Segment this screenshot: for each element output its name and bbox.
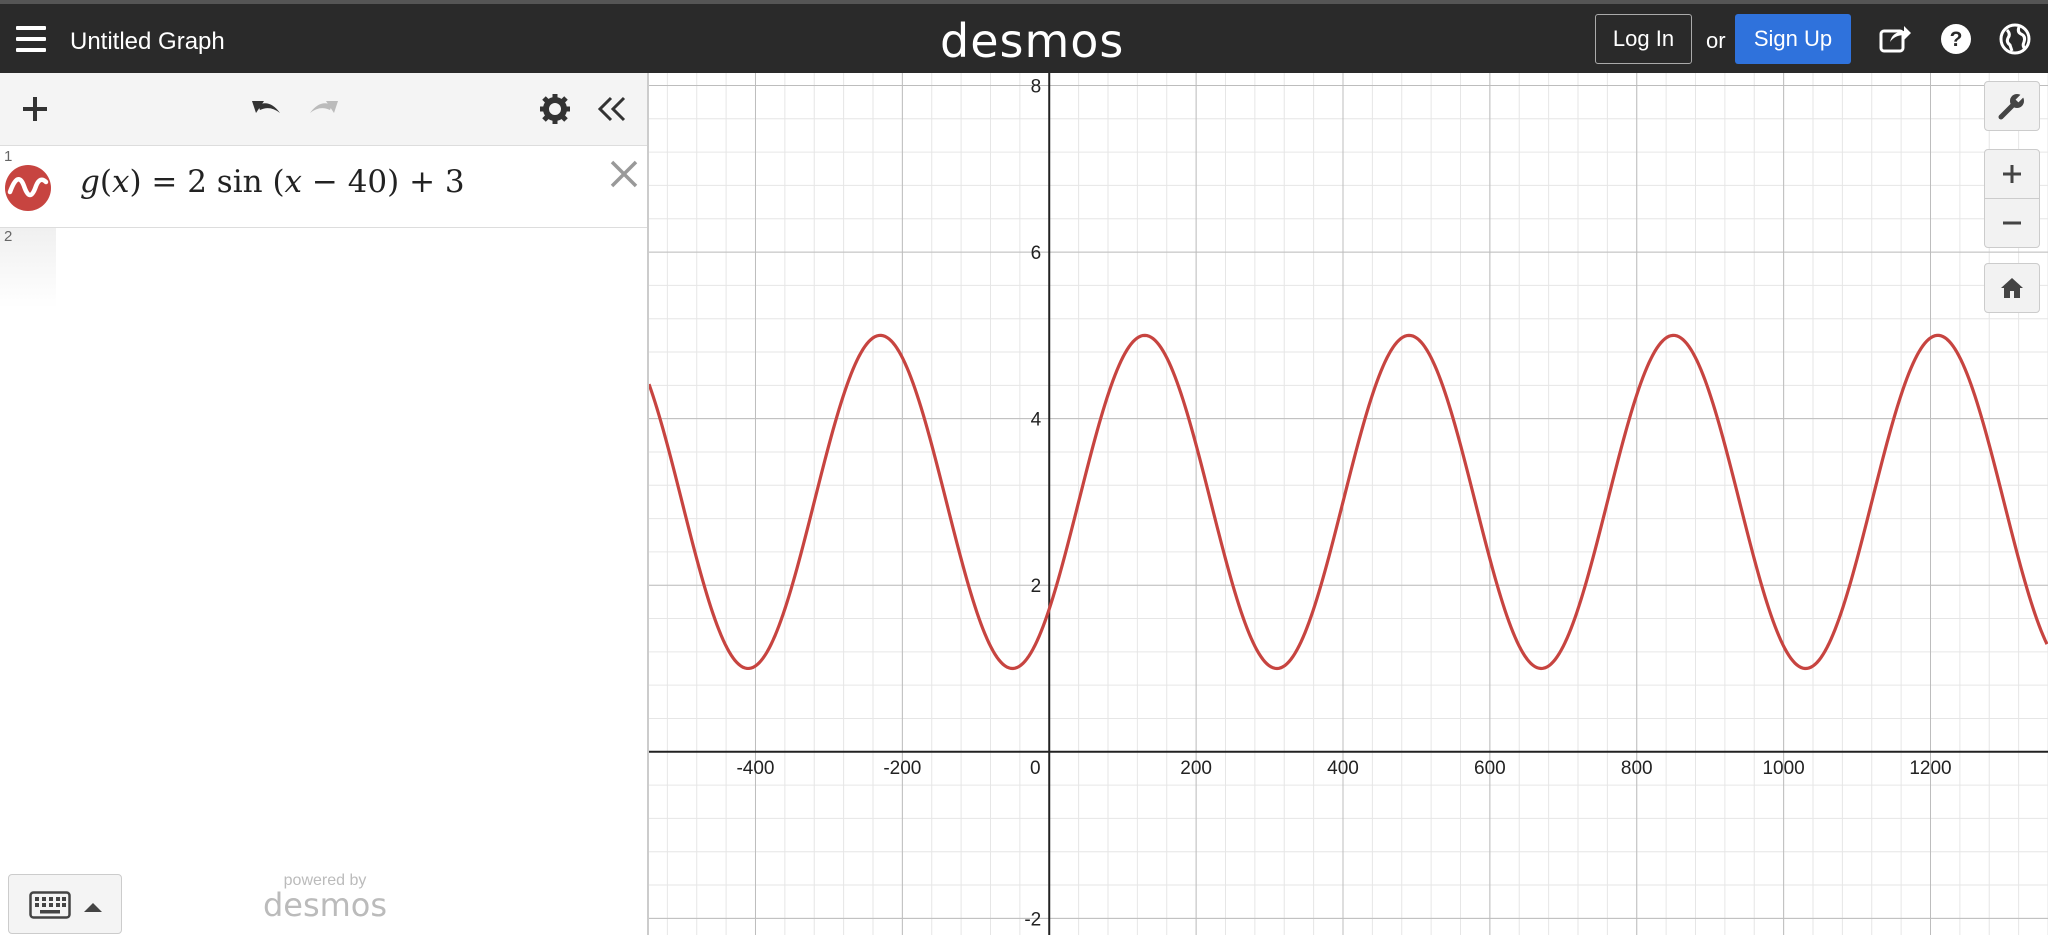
sine-wave-icon[interactable] [4,164,52,212]
x-tick-label: 400 [1327,758,1359,779]
add-icon[interactable] [17,91,53,127]
graph-canvas[interactable]: -400 -200 0 200 400 600 800 1000 1200 -2 2 4 6 8 [649,73,2048,935]
powered-by-brand: desmos [262,886,388,924]
empty-expression[interactable] [56,228,646,308]
delete-expression-icon[interactable] [606,156,642,192]
help-icon[interactable]: ? [1939,22,1973,56]
y-tick-label: 6 [1031,243,1042,264]
x-tick-label: 0 [1030,758,1041,779]
expr-part: ( [99,164,112,200]
y-tick-label: 2 [1031,576,1042,597]
expression-input[interactable]: g(x) = 2 sin (x − 40) + 3 [80,164,465,200]
expression-gutter-empty: 2 [0,228,56,308]
graph-settings-button[interactable] [1984,81,2040,131]
signup-button[interactable]: Sign Up [1735,14,1851,64]
expression-gutter: 1 [0,146,56,227]
chevron-up-icon [84,903,102,912]
home-button[interactable] [1984,263,2040,313]
y-tick-label: 4 [1031,410,1042,431]
zoom-out-button[interactable] [1984,198,2040,248]
or-text: or [1706,28,1726,53]
undo-icon[interactable] [248,91,284,127]
x-tick-label: 1200 [1909,758,1951,779]
x-tick-label: 1000 [1762,758,1804,779]
expression-toolbar [0,73,647,146]
y-tick-label: -2 [1024,909,1041,930]
expression-panel: 1 g(x) = 2 sin (x − 40) + 3 2 powered by… [0,73,649,935]
keyboard-toggle-button[interactable] [8,874,122,934]
home-icon [2001,278,2023,298]
line-number: 1 [4,148,13,165]
y-tick-label: 8 [1031,76,1042,97]
wrench-icon [1998,91,2027,120]
expr-part: x [111,164,130,200]
x-tick-label: 800 [1621,758,1653,779]
keyboard-icon [29,891,71,919]
share-icon[interactable] [1878,22,1912,56]
gear-icon[interactable] [537,91,573,127]
zoom-in-icon [2003,165,2021,183]
collapse-icon[interactable] [594,91,630,127]
redo-icon[interactable] [306,91,342,127]
top-bar: Untitled Graph desmos Log In or Sign Up … [0,0,2048,73]
login-button[interactable]: Log In [1595,14,1692,64]
menu-icon[interactable] [16,26,46,52]
graph-title[interactable]: Untitled Graph [70,28,225,56]
globe-icon[interactable] [1998,22,2032,56]
zoom-out-icon [2003,221,2021,225]
x-tick-label: -200 [883,758,921,779]
powered-by-desmos[interactable]: powered by desmos [250,872,400,924]
x-tick-label: 200 [1180,758,1212,779]
graph-paper[interactable]: -400 -200 0 200 400 600 800 1000 1200 -2 2 4 6 8 [649,73,2048,935]
line-number: 2 [4,228,13,245]
x-tick-label: -400 [736,758,774,779]
zoom-in-button[interactable] [1984,149,2040,199]
svg-text:?: ? [1950,28,1963,51]
expr-part: ) = 2 sin ( [129,164,285,200]
expr-part: g [80,164,100,200]
desmos-logo: desmos [940,14,1125,68]
expr-part: − 40) + 3 [302,164,465,200]
x-tick-label: 600 [1474,758,1506,779]
expression-item[interactable]: 1 g(x) = 2 sin (x − 40) + 3 [0,146,647,228]
expr-part: x [284,164,303,200]
